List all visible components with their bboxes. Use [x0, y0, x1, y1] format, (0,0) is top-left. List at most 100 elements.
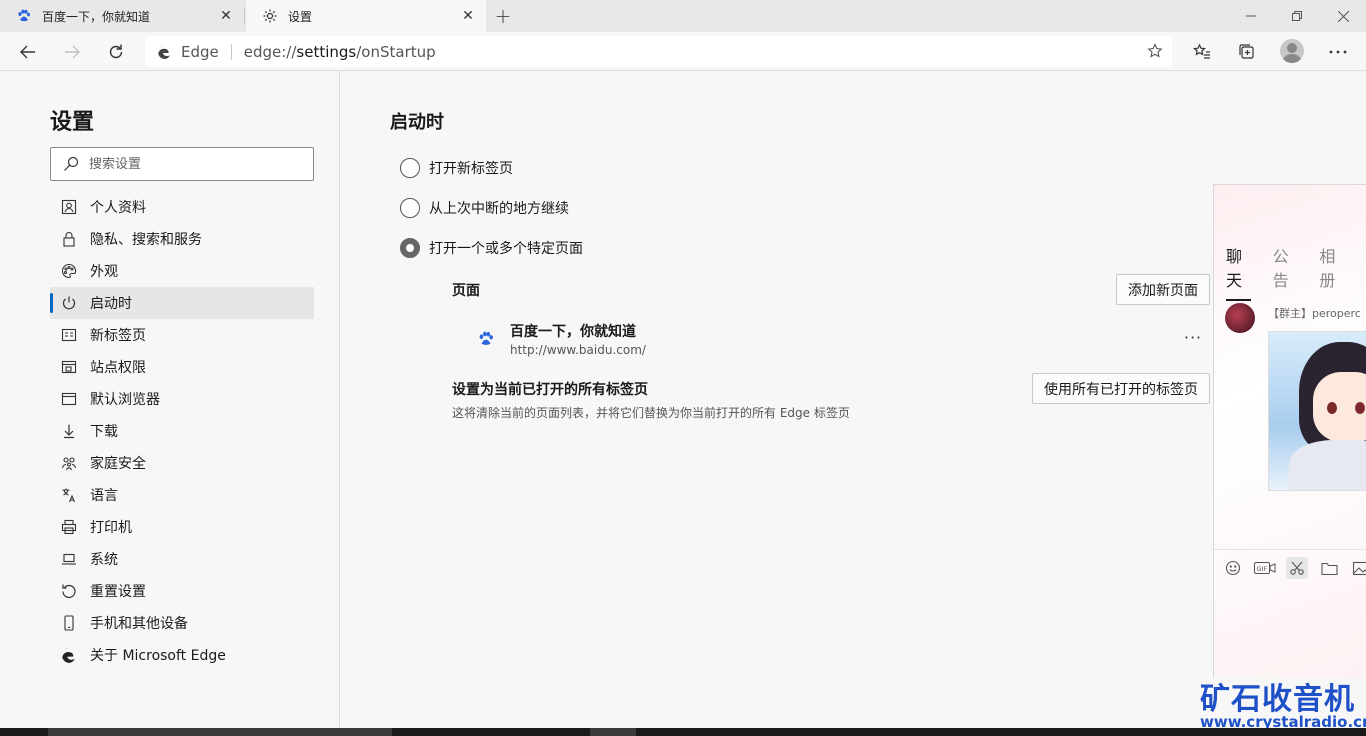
- chat-tabs: 聊天 公告 相册: [1226, 243, 1366, 301]
- printer-icon: [60, 518, 78, 536]
- profile-avatar[interactable]: [1280, 39, 1304, 63]
- search-icon: [64, 156, 79, 171]
- gear-icon: [262, 8, 278, 24]
- window-close-button[interactable]: [1320, 0, 1366, 32]
- sidebar-item-privacy[interactable]: 隐私、搜索和服务: [50, 223, 314, 255]
- use-open-tabs-button[interactable]: 使用所有已打开的标签页: [1032, 373, 1210, 404]
- lock-icon: [60, 230, 78, 248]
- page-entry-more-button[interactable]: ···: [1182, 328, 1204, 347]
- option-new-tab[interactable]: 打开新标签页: [400, 158, 513, 178]
- sidebar-item-phone-devices[interactable]: 手机和其他设备: [50, 607, 314, 639]
- tab-strip: 百度一下，你就知道 ✕ 设置 ✕ +: [0, 0, 1366, 32]
- chat-sender-name: 【群主】peroperc: [1268, 307, 1361, 320]
- chat-divider: [1214, 549, 1366, 550]
- avatar[interactable]: [1225, 303, 1255, 333]
- settings-sidebar: 设置 个人资料 隐私、搜索和服务 外观 启动时 新标签页 站点权限: [0, 71, 340, 728]
- url-scheme: edge://: [243, 42, 297, 61]
- sidebar-item-about[interactable]: 关于 Microsoft Edge: [50, 639, 314, 671]
- sidebar-item-appearance[interactable]: 外观: [50, 255, 314, 287]
- close-icon[interactable]: ✕: [460, 8, 476, 24]
- sidebar-item-default-browser[interactable]: 默认浏览器: [50, 383, 314, 415]
- svg-text:GIF: GIF: [1257, 565, 1268, 573]
- radio-button-checked[interactable]: [400, 238, 420, 258]
- new-tab-button[interactable]: +: [492, 4, 514, 28]
- sidebar-item-label: 家庭安全: [90, 456, 146, 472]
- browser-icon: [60, 390, 78, 408]
- option-continue[interactable]: 从上次中断的地方继续: [400, 198, 569, 218]
- sidebar-title: 设置: [50, 110, 95, 135]
- option-specific-pages[interactable]: 打开一个或多个特定页面: [400, 238, 583, 258]
- favorite-star-icon[interactable]: [1146, 42, 1164, 60]
- more-icon[interactable]: [1325, 39, 1351, 65]
- site-badge-label: Edge: [181, 42, 219, 61]
- sidebar-item-site-permissions[interactable]: 站点权限: [50, 351, 314, 383]
- sidebar-item-reset[interactable]: 重置设置: [50, 575, 314, 607]
- sidebar-item-label: 隐私、搜索和服务: [90, 232, 202, 248]
- sidebar-item-label: 默认浏览器: [90, 392, 160, 408]
- reset-icon: [60, 582, 78, 600]
- page-entry-title: 百度一下，你就知道: [510, 324, 636, 340]
- search-box[interactable]: [50, 147, 314, 181]
- sidebar-item-system[interactable]: 系统: [50, 543, 314, 575]
- chat-panel: 聊天 公告 相册 【群主】peroperc GIF: [1213, 184, 1366, 678]
- sidebar-item-downloads[interactable]: 下载: [50, 415, 314, 447]
- close-icon[interactable]: ✕: [218, 8, 234, 24]
- restore-button[interactable]: [1274, 0, 1320, 32]
- chat-tab-album[interactable]: 相册: [1319, 243, 1344, 301]
- add-page-button[interactable]: 添加新页面: [1116, 274, 1210, 305]
- sidebar-item-new-tab[interactable]: 新标签页: [50, 319, 314, 351]
- taskbar: [0, 728, 1366, 736]
- tab-title: 设置: [288, 9, 313, 24]
- minimize-button[interactable]: [1228, 0, 1274, 32]
- image-icon[interactable]: [1350, 557, 1366, 579]
- site-badge: Edge: [157, 43, 219, 61]
- gif-icon[interactable]: GIF: [1254, 557, 1276, 579]
- power-icon: [60, 294, 78, 312]
- scissors-icon[interactable]: [1286, 557, 1308, 579]
- folder-icon[interactable]: [1318, 557, 1340, 579]
- sidebar-item-on-startup[interactable]: 启动时: [50, 287, 314, 319]
- use-open-tabs-title: 设置为当前已打开的所有标签页: [452, 382, 648, 398]
- chat-tab-chat[interactable]: 聊天: [1226, 243, 1251, 301]
- url-text: edge://settings/onStartup: [244, 43, 436, 61]
- tab-settings[interactable]: 设置 ✕: [246, 0, 486, 32]
- sidebar-item-label: 个人资料: [90, 200, 146, 216]
- pages-heading: 页面: [452, 283, 480, 299]
- sidebar-item-family-safety[interactable]: 家庭安全: [50, 447, 314, 479]
- settings-nav: 个人资料 隐私、搜索和服务 外观 启动时 新标签页 站点权限 默认浏览器 下载: [50, 191, 314, 671]
- tab-baidu[interactable]: 百度一下，你就知道 ✕: [0, 0, 244, 32]
- tab-separator: [244, 8, 245, 24]
- forward-button[interactable]: [57, 37, 87, 67]
- chat-image[interactable]: [1268, 331, 1366, 491]
- download-icon: [60, 422, 78, 440]
- chat-tab-notice[interactable]: 公告: [1273, 243, 1298, 301]
- collections-icon[interactable]: [1234, 39, 1260, 65]
- sidebar-item-label: 启动时: [90, 296, 132, 312]
- image-body: [1289, 440, 1366, 490]
- image-eye: [1355, 402, 1365, 414]
- back-button[interactable]: [13, 37, 43, 67]
- taskbar-search[interactable]: [48, 728, 392, 736]
- taskbar-app[interactable]: [590, 728, 636, 736]
- radio-button[interactable]: [400, 158, 420, 178]
- refresh-button[interactable]: [101, 37, 131, 67]
- sidebar-item-profile[interactable]: 个人资料: [50, 191, 314, 223]
- emoji-icon[interactable]: [1222, 557, 1244, 579]
- sidebar-item-label: 系统: [90, 552, 118, 568]
- address-bar[interactable]: Edge edge://settings/onStartup: [145, 36, 1172, 67]
- page-title: 启动时: [390, 112, 444, 133]
- search-input[interactable]: [89, 156, 289, 172]
- family-icon: [60, 454, 78, 472]
- sidebar-item-languages[interactable]: 语言: [50, 479, 314, 511]
- sidebar-item-label: 打印机: [90, 520, 132, 536]
- favorites-icon[interactable]: [1189, 39, 1215, 65]
- sidebar-item-label: 关于 Microsoft Edge: [90, 648, 226, 664]
- sidebar-item-label: 手机和其他设备: [90, 616, 188, 632]
- use-open-tabs-section: 设置为当前已打开的所有标签页 这将清除当前的页面列表，并将它们替换为你当前打开的…: [452, 379, 850, 421]
- option-label: 打开新标签页: [429, 161, 513, 177]
- phone-icon: [60, 614, 78, 632]
- sidebar-item-label: 重置设置: [90, 584, 146, 600]
- page-entry-url: http://www.baidu.com/: [510, 343, 646, 357]
- radio-button[interactable]: [400, 198, 420, 218]
- sidebar-item-printers[interactable]: 打印机: [50, 511, 314, 543]
